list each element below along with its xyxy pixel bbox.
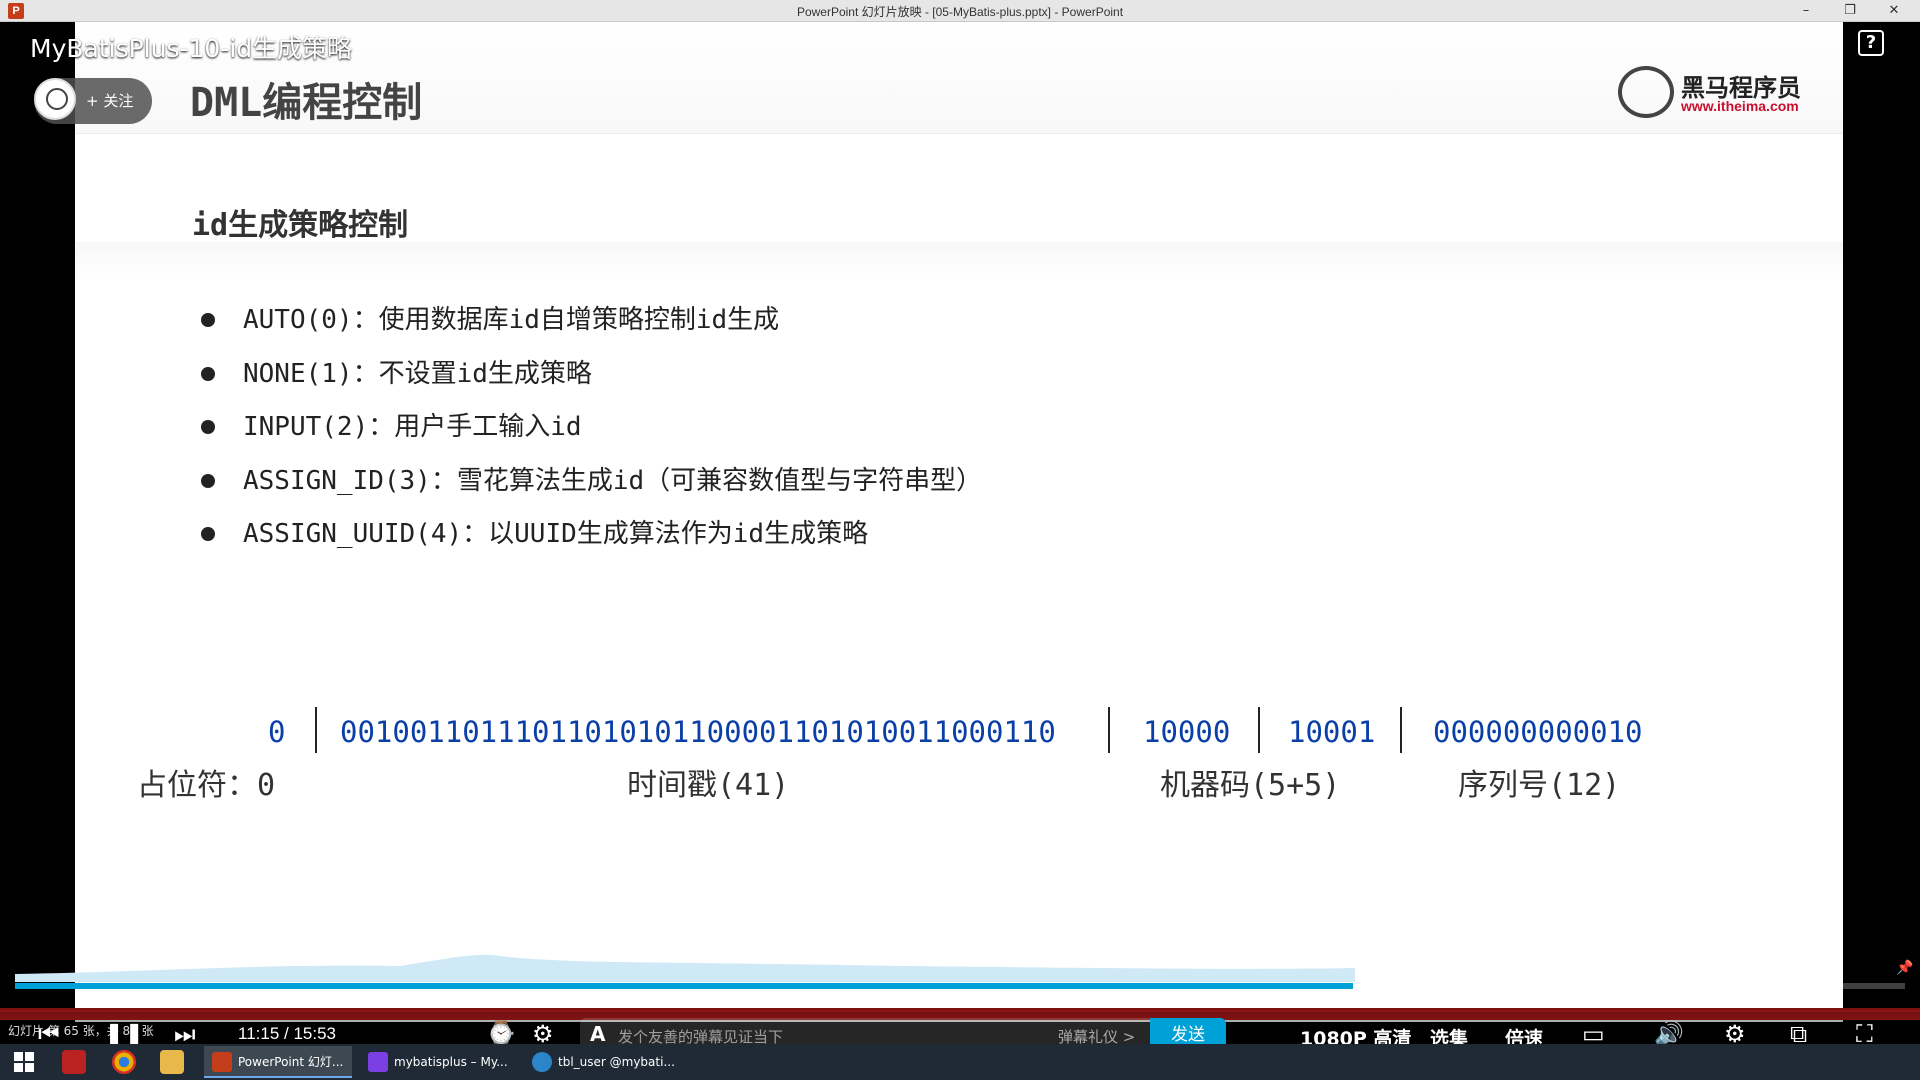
itheima-logo: 黑马程序员 www.itheima.com [1618, 64, 1818, 124]
waveform-played [15, 954, 1355, 982]
app-icon[interactable] [62, 1050, 86, 1074]
chrome-icon[interactable] [112, 1050, 136, 1074]
database-icon [532, 1052, 552, 1072]
machine-label: 机器码(5+5) [1160, 768, 1341, 803]
list-item: INPUT(2)：用户手工输入id [192, 407, 982, 461]
uploader-badge[interactable]: + 关注 [34, 78, 152, 124]
window-title: PowerPoint 幻灯片放映 - [05-MyBatis-plus.pptx… [796, 5, 1124, 19]
avatar[interactable] [34, 78, 76, 120]
divider [315, 707, 317, 753]
close-button[interactable]: ✕ [1874, 1, 1914, 21]
progress-fill[interactable] [15, 983, 1354, 989]
file-explorer-icon[interactable] [160, 1050, 184, 1074]
bullet-icon [201, 313, 215, 327]
sequence-bits: 000000000010 [1433, 715, 1643, 749]
section-title: id生成策略控制 [192, 208, 409, 243]
divider [1400, 707, 1402, 753]
sign-label: 占位符：0 [137, 768, 276, 803]
video-title: MyBatisPlus-10-id生成策略 [30, 34, 353, 63]
danmaku-style-icon[interactable]: A [590, 1022, 605, 1046]
taskbar-app-datagrip[interactable]: tbl_user @mybati... [524, 1046, 675, 1078]
taskbar-app-powerpoint[interactable]: PowerPoint 幻灯... [204, 1046, 352, 1078]
window-titlebar: P PowerPoint 幻灯片放映 - [05-MyBatis-plus.pp… [0, 0, 1920, 22]
horse-logo-icon [1618, 66, 1674, 118]
logo-url: www.itheima.com [1681, 98, 1799, 114]
slide-title: DML编程控制 [190, 80, 423, 126]
bullet-icon [201, 527, 215, 541]
list-item: ASSIGN_UUID(4)：以UUID生成算法作为id生成策略 [192, 514, 982, 568]
list-item: ASSIGN_ID(3)：雪花算法生成id（可兼容数值型与字符串型） [192, 461, 982, 515]
restore-button[interactable]: ❐ [1830, 1, 1870, 21]
windows-start-icon[interactable] [14, 1052, 34, 1072]
datacenter-bits: 10000 [1143, 715, 1231, 749]
intellij-icon [368, 1052, 388, 1072]
powerpoint-icon [212, 1052, 232, 1072]
minimize-button[interactable]: – [1786, 1, 1826, 21]
timestamp-label: 时间戳(41) [627, 768, 790, 803]
list-item: NONE(1)：不设置id生成策略 [192, 354, 982, 408]
time-display: 11:15 / 15:53 [238, 1024, 336, 1043]
snowflake-bits: 0 00100110111011010101100001101010011000… [75, 707, 1843, 755]
slide: DML编程控制 黑马程序员 www.itheima.com id生成策略控制 A… [75, 22, 1843, 1022]
letterbox-right [1843, 22, 1920, 1022]
letterbox-left [0, 22, 75, 1022]
timestamp-bits: 0010011011101101010110000110101001100011… [340, 715, 1056, 749]
divider [1108, 707, 1110, 753]
strategy-list: AUTO(0)：使用数据库id自增策略控制id生成 NONE(1)：不设置id生… [192, 300, 982, 568]
worker-bits: 10001 [1288, 715, 1376, 749]
follow-button[interactable]: + 关注 [86, 90, 133, 111]
waveform-remaining [1355, 972, 1600, 982]
sign-bit: 0 [268, 715, 286, 749]
bullet-icon [201, 473, 215, 488]
list-item: AUTO(0)：使用数据库id自增策略控制id生成 [192, 300, 982, 354]
sequence-label: 序列号(12) [1458, 768, 1621, 803]
divider [1258, 707, 1260, 753]
content-band [75, 242, 1843, 282]
bullet-icon [201, 366, 215, 381]
taskbar-app-idea[interactable]: mybatisplus – My... [360, 1046, 508, 1078]
bullet-icon [201, 420, 215, 434]
audio-waveform [15, 954, 1600, 982]
help-icon[interactable]: ? [1858, 30, 1884, 56]
